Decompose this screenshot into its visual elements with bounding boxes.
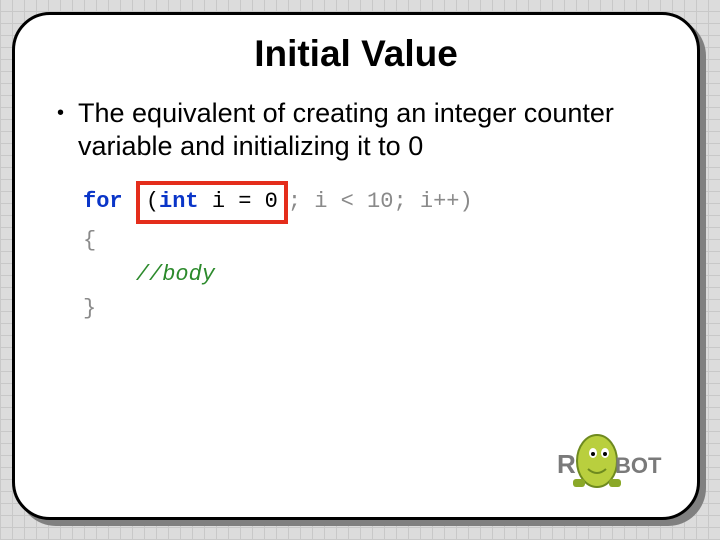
bullet-text: The equivalent of creating an integer co… <box>78 97 657 163</box>
keyword-for: for <box>83 189 123 214</box>
logo-text-left: R <box>557 449 576 479</box>
code-line-for: for (int i = 0; i < 10; i++) <box>83 181 657 224</box>
var-decl: i = 0 <box>199 189 278 214</box>
logo-text-right: BOT <box>615 453 662 478</box>
slide-title: Initial Value <box>55 33 657 75</box>
keyword-int: int <box>159 189 199 214</box>
paren-open: ( <box>146 189 159 214</box>
code-block: for (int i = 0; i < 10; i++) { //body } <box>83 181 657 326</box>
brace-close: } <box>83 296 96 321</box>
code-space <box>123 189 136 214</box>
code-line-brace-close: } <box>83 292 657 326</box>
comment-body: //body <box>136 262 215 287</box>
code-line-brace-open: { <box>83 224 657 258</box>
semicolon-1: ; <box>288 189 301 214</box>
bullet-marker: • <box>57 97 64 129</box>
bullet-item: • The equivalent of creating an integer … <box>55 97 657 163</box>
code-line-body: //body <box>83 258 657 292</box>
indent <box>83 262 136 287</box>
logo: R BOT <box>543 431 663 491</box>
condition-rest: i < 10; i++) <box>301 189 473 214</box>
highlight-box: (int i = 0 <box>136 181 288 224</box>
slide-frame: Initial Value • The equivalent of creati… <box>12 12 700 520</box>
brace-open: { <box>83 228 96 253</box>
